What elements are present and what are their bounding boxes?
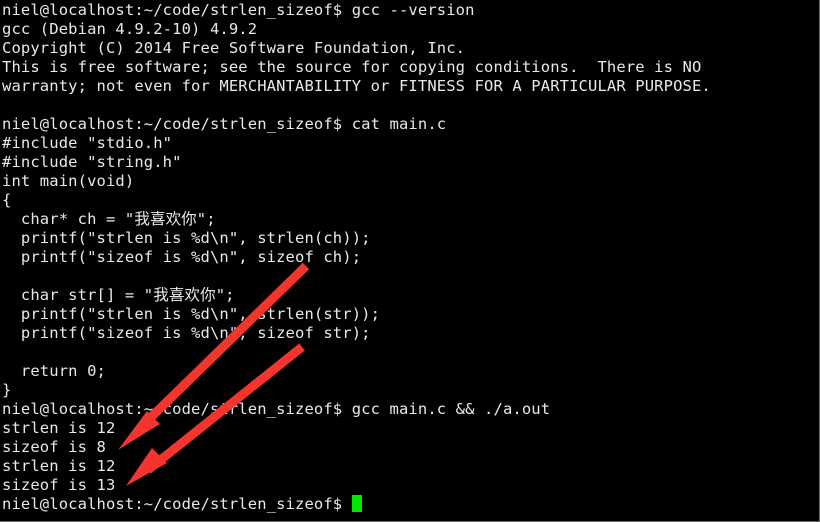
terminal-window[interactable]: niel@localhost:~/code/strlen_sizeof$ gcc… [0,0,820,522]
terminal-line: gcc (Debian 4.9.2-10) 4.9.2 [2,20,258,38]
terminal-line: printf("strlen is %d\n", strlen(str)); [2,305,381,323]
terminal-line: warranty; not even for MERCHANTABILITY o… [2,77,711,95]
terminal-line: niel@localhost:~/code/strlen_sizeof$ gcc… [2,1,475,19]
text-cursor [351,495,362,512]
terminal-line: #include "string.h" [2,153,182,171]
terminal-line: niel@localhost:~/code/strlen_sizeof$ cat… [2,115,447,133]
terminal-line: This is free software; see the source fo… [2,58,702,76]
terminal-line-output: sizeof is 8 [2,438,106,456]
terminal-prompt-line: niel@localhost:~/code/strlen_sizeof$ [2,495,819,514]
terminal-line-output: strlen is 12 [2,419,116,437]
terminal-line: char* ch = "我喜欢你"; [2,210,216,228]
terminal-line: printf("strlen is %d\n", strlen(ch)); [2,229,371,247]
terminal-line: Copyright (C) 2014 Free Software Foundat… [2,39,466,57]
terminal-line: } [2,381,12,399]
terminal-screen[interactable]: niel@localhost:~/code/strlen_sizeof$ gcc… [0,0,819,521]
terminal-line-output: strlen is 12 [2,457,116,475]
terminal-line: #include "stdio.h" [2,134,173,152]
terminal-line: char str[] = "我喜欢你"; [2,286,235,304]
terminal-line-output: sizeof is 13 [2,476,116,494]
prompt-text: niel@localhost:~/code/strlen_sizeof$ [2,495,352,513]
terminal-line: printf("sizeof is %d\n", sizeof str); [2,324,371,342]
terminal-line: { [2,191,12,209]
terminal-line: return 0; [2,362,106,380]
terminal-line: printf("sizeof is %d\n", sizeof ch); [2,248,362,266]
terminal-line: int main(void) [2,172,135,190]
terminal-line: niel@localhost:~/code/strlen_sizeof$ gcc… [2,400,551,418]
